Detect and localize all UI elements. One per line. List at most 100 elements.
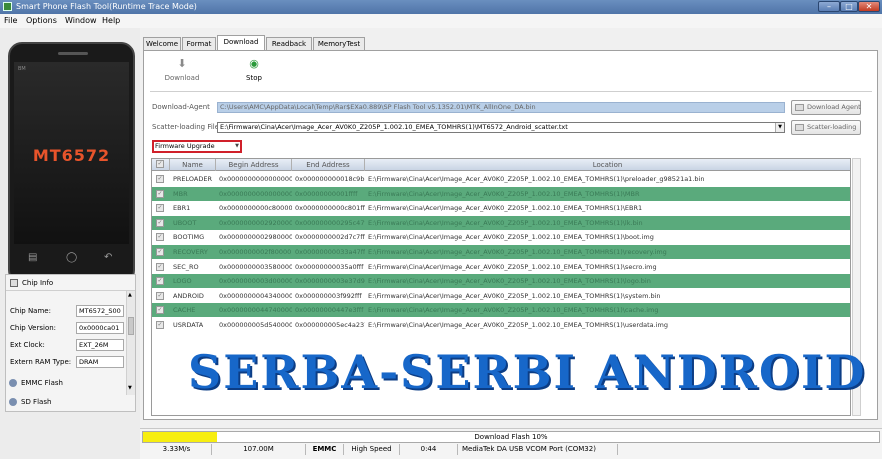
menu-help[interactable]: Help (102, 16, 120, 25)
row-checkbox[interactable]: ✓ (156, 291, 164, 300)
ext-clock-label: Ext Clock: (10, 341, 45, 349)
tab-memorytest[interactable]: MemoryTest (313, 37, 365, 50)
cell-partition-name: SEC_RO (173, 262, 199, 271)
table-row[interactable]: ✓ MBR 0x0000000000000000 0x00000000001ffff E… (152, 186, 850, 201)
download-agent-field[interactable]: C:\Users\AMC\AppData\Local\Temp\Rar$EXa0… (217, 102, 785, 113)
tab-format[interactable]: Format (182, 37, 216, 50)
menu-bar: File Options Window Help (0, 14, 882, 28)
sd-flash-section[interactable]: SD Flash (5, 395, 136, 409)
header-begin-address[interactable]: Begin Address (216, 159, 292, 171)
minimize-button[interactable]: – (818, 1, 840, 12)
row-checkbox[interactable]: ✓ (156, 218, 164, 227)
menu-options[interactable]: Options (26, 16, 57, 25)
scatter-file-field[interactable]: E:\Firmware\Cina\Acer\Image_Acer_AV0K0_Z… (217, 122, 785, 133)
row-checkbox[interactable]: ✓ (156, 277, 164, 286)
row-checkbox[interactable]: ✓ (156, 306, 164, 315)
cell-begin-address: 0x0000000000c80000 (219, 204, 292, 213)
sd-icon (9, 398, 17, 406)
row-checkbox[interactable]: ✓ (156, 233, 164, 242)
chip-info-header[interactable]: Chip Info (6, 275, 135, 291)
phone-brand: BM (18, 66, 26, 72)
download-agent-button[interactable]: Download Agent (791, 100, 861, 115)
status-time: 0:44 (400, 444, 458, 455)
select-all-checkbox[interactable]: ✓ (156, 160, 164, 168)
cell-partition-name: PRELOADER (173, 175, 213, 183)
table-row[interactable]: ✓ SEC_RO 0x0000000003580000 0x00000000035a0… (152, 259, 850, 274)
row-checkbox[interactable]: ✓ (156, 204, 164, 213)
status-mode: High Speed (344, 444, 400, 455)
table-row[interactable]: ✓ USRDATA 0x000000005d540000 0x000000005ec4… (152, 318, 850, 332)
scroll-up-icon[interactable]: ▲ (128, 292, 132, 298)
cell-partition-name: BOOTIMG (173, 233, 205, 242)
download-button[interactable]: ⬇ Download (160, 57, 204, 87)
watermark: SERBA-SERBI ANDROID (188, 345, 867, 399)
table-row[interactable]: ✓ BOOTIMG 0x0000000002980000 0x0000000002d7… (152, 230, 850, 245)
table-row[interactable]: ✓ CACHE 0x0000000044740000 0x00000000447e3f… (152, 303, 850, 318)
cell-begin-address: 0x0000000044740000 (219, 306, 292, 315)
chip-version-value[interactable]: 0x0000ca01 (76, 322, 124, 334)
chip-info-row: Extern RAM Type: DRAM (10, 356, 126, 368)
scatter-loading-button-label: Scatter-loading (807, 123, 857, 131)
scatter-loading-button[interactable]: Scatter-loading (791, 120, 861, 135)
header-name[interactable]: Name (170, 159, 216, 171)
window-title: Smart Phone Flash Tool(Runtime Trace Mod… (16, 2, 197, 11)
header-location[interactable]: Location (365, 159, 850, 171)
cell-begin-address: 0x0000000003580000 (219, 262, 292, 271)
tab-download[interactable]: Download (217, 35, 265, 50)
ext-clock-value[interactable]: EXT_26M (76, 339, 124, 351)
cell-location: E:\Firmware\Cina\Acer\Image_Acer_AV0K0_Z… (368, 248, 667, 256)
scroll-thumb[interactable] (128, 317, 134, 335)
mode-select[interactable]: Firmware Upgrade ▼ (152, 140, 242, 153)
row-checkbox[interactable]: ✓ (156, 262, 164, 271)
tab-welcome[interactable]: Welcome (143, 37, 181, 50)
cell-location: E:\Firmware\Cina\Acer\Image_Acer_AV0K0_Z… (368, 262, 657, 271)
progress-bar: Download Flash 10% (142, 431, 880, 443)
left-pane: BM MT6572 ▤ ◯ ↶ Chip Info Chip Name: MT6… (0, 28, 140, 459)
cell-location: E:\Firmware\Cina\Acer\Image_Acer_AV0K0_Z… (368, 321, 668, 329)
row-checkbox[interactable]: ✓ (156, 248, 164, 256)
cell-end-address: 0x0000000002d7c7ff (295, 233, 365, 242)
tab-readback[interactable]: Readback (266, 37, 312, 50)
cell-partition-name: ANDROID (173, 291, 204, 300)
header-checkbox[interactable]: ✓ (152, 159, 170, 171)
row-checkbox[interactable]: ✓ (156, 175, 164, 183)
cell-end-address: 0x0000000003e37d9f (295, 277, 365, 286)
table-row[interactable]: ✓ UBOOT 0x0000000002920000 0x000000000295c4… (152, 215, 850, 230)
table-row[interactable]: ✓ RECOVERY 0x0000000002f80000 0x00000000033… (152, 245, 850, 259)
table-header: ✓ Name Begin Address End Address Locatio… (152, 159, 850, 171)
maximize-button[interactable]: □ (840, 1, 858, 12)
phone-illustration: BM MT6572 ▤ ◯ ↶ (8, 42, 135, 284)
mode-select-value: Firmware Upgrade (155, 142, 215, 150)
cell-partition-name: CACHE (173, 306, 196, 315)
phone-screen: BM MT6572 (14, 62, 129, 244)
chip-name-label: Chip Name: (10, 307, 51, 315)
stop-button[interactable]: ◉ Stop (232, 57, 276, 87)
close-button[interactable]: ✕ (858, 1, 880, 12)
cell-end-address: 0x0000000000c801ff (295, 204, 365, 213)
ram-type-value[interactable]: DRAM (76, 356, 124, 368)
chip-info-row: Chip Name: MT6572_S00 (10, 305, 126, 317)
toolbar-divider (150, 91, 872, 92)
cell-begin-address: 0x0000000002920000 (219, 218, 292, 227)
emmc-flash-label: EMMC Flash (21, 379, 63, 387)
emmc-flash-section[interactable]: EMMC Flash (5, 376, 136, 390)
cell-end-address: 0x000000005ec4a237 (295, 321, 365, 329)
cell-begin-address: 0x000000005d540000 (219, 321, 292, 329)
row-checkbox[interactable]: ✓ (156, 321, 164, 329)
header-end-address[interactable]: End Address (292, 159, 365, 171)
cell-location: E:\Firmware\Cina\Acer\Image_Acer_AV0K0_Z… (368, 291, 661, 300)
chevron-down-icon[interactable]: ▼ (775, 123, 784, 132)
menu-key-icon: ▤ (28, 252, 38, 263)
chip-version-label: Chip Version: (10, 324, 57, 332)
menu-file[interactable]: File (4, 16, 17, 25)
table-row[interactable]: ✓ EBR1 0x0000000000c80000 0x0000000000c801f… (152, 201, 850, 216)
row-checkbox[interactable]: ✓ (156, 189, 164, 198)
status-speed: 3.33M/s (142, 444, 212, 455)
menu-window[interactable]: Window (65, 16, 97, 25)
cell-begin-address: 0x0000000002980000 (219, 233, 292, 242)
earpiece (58, 52, 88, 55)
chip-name-value[interactable]: MT6572_S00 (76, 305, 124, 317)
table-row[interactable]: ✓ LOGO 0x0000000003d00000 0x0000000003e37d9… (152, 274, 850, 289)
table-row[interactable]: ✓ ANDROID 0x0000000004340000 0x000000003f99… (152, 288, 850, 303)
table-row[interactable]: ✓ PRELOADER 0x0000000000000000 0x0000000000… (152, 172, 850, 186)
